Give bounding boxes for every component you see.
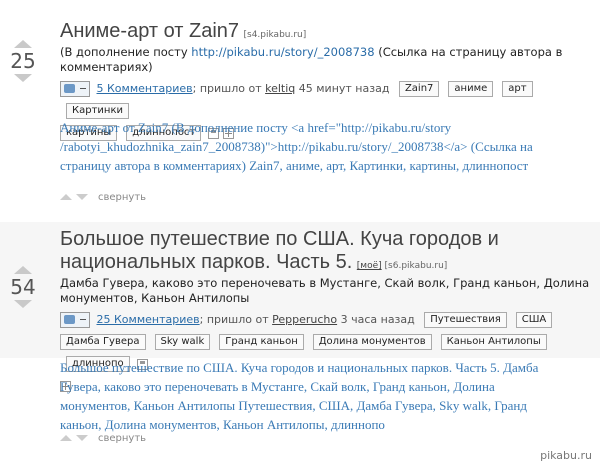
post2-collapse-row: свернуть xyxy=(60,433,146,444)
tag[interactable]: Дамба Гувера xyxy=(60,334,146,350)
collapse-link[interactable]: свернуть xyxy=(98,433,146,444)
small-up-arrow-icon[interactable] xyxy=(60,435,72,441)
tag[interactable]: Zain7 xyxy=(398,81,440,97)
tag[interactable]: аниме xyxy=(448,81,494,97)
post2-comments-link[interactable]: 25 Комментариев xyxy=(97,313,200,326)
post1-desc-link[interactable]: http://pikabu.ru/story/_2008738 xyxy=(191,45,374,59)
collapse-link[interactable]: свернуть xyxy=(98,192,146,203)
camera-icon[interactable] xyxy=(60,312,90,328)
tag[interactable]: Путешествия xyxy=(424,312,507,328)
watermark: pikabu.ru xyxy=(540,449,592,462)
post2-text: Большое путешествие по США. Куча городов… xyxy=(60,360,539,432)
post1-comments-link[interactable]: 5 Комментариев xyxy=(97,82,193,95)
camera-icon[interactable] xyxy=(60,81,90,97)
post1-title[interactable]: Аниме-арт от Zain7 xyxy=(60,20,239,42)
tag[interactable]: Долина монументов xyxy=(312,334,432,350)
post2-author[interactable]: Pepperucho xyxy=(272,313,337,326)
post1-author[interactable]: keltiq xyxy=(265,82,295,95)
post1-vote: 25 xyxy=(8,40,38,82)
post2-moe-link[interactable]: [моё] xyxy=(357,261,382,271)
post2-vote: 54 xyxy=(8,266,38,308)
post2-description: Дамба Гувера, каково это переночевать в … xyxy=(60,276,590,305)
post1-header: Аниме-арт от Zain7 [s4.pikabu.ru] xyxy=(60,20,590,43)
downvote-arrow-icon[interactable] xyxy=(14,74,32,82)
upvote-arrow-icon[interactable] xyxy=(14,266,32,274)
post1-description: (В дополнение посту http://pikabu.ru/sto… xyxy=(60,45,563,74)
post1-text: Аниме-арт от Zain7 (В дополнение посту <… xyxy=(60,120,533,173)
tag[interactable]: США xyxy=(515,312,553,328)
post1-source: [s4.pikabu.ru] xyxy=(243,30,307,40)
tag[interactable]: арт xyxy=(502,81,533,97)
tag[interactable]: Каньон Антилопы xyxy=(440,334,547,350)
post2-header: Большое путешествие по США. Куча городов… xyxy=(60,228,590,274)
upvote-arrow-icon[interactable] xyxy=(14,40,32,48)
tag[interactable]: Sky walk xyxy=(154,334,211,350)
post1-collapse-row: свернуть xyxy=(60,192,146,203)
post2-source: [s6.pikabu.ru] xyxy=(384,261,448,271)
post2-rating: 54 xyxy=(10,275,36,299)
downvote-arrow-icon[interactable] xyxy=(14,300,32,308)
tag[interactable]: Картинки xyxy=(66,103,129,119)
small-down-arrow-icon[interactable] xyxy=(76,194,88,200)
tag[interactable]: Гранд каньон xyxy=(219,334,304,350)
small-up-arrow-icon[interactable] xyxy=(60,194,72,200)
post1-rating: 25 xyxy=(10,49,36,73)
small-down-arrow-icon[interactable] xyxy=(76,435,88,441)
